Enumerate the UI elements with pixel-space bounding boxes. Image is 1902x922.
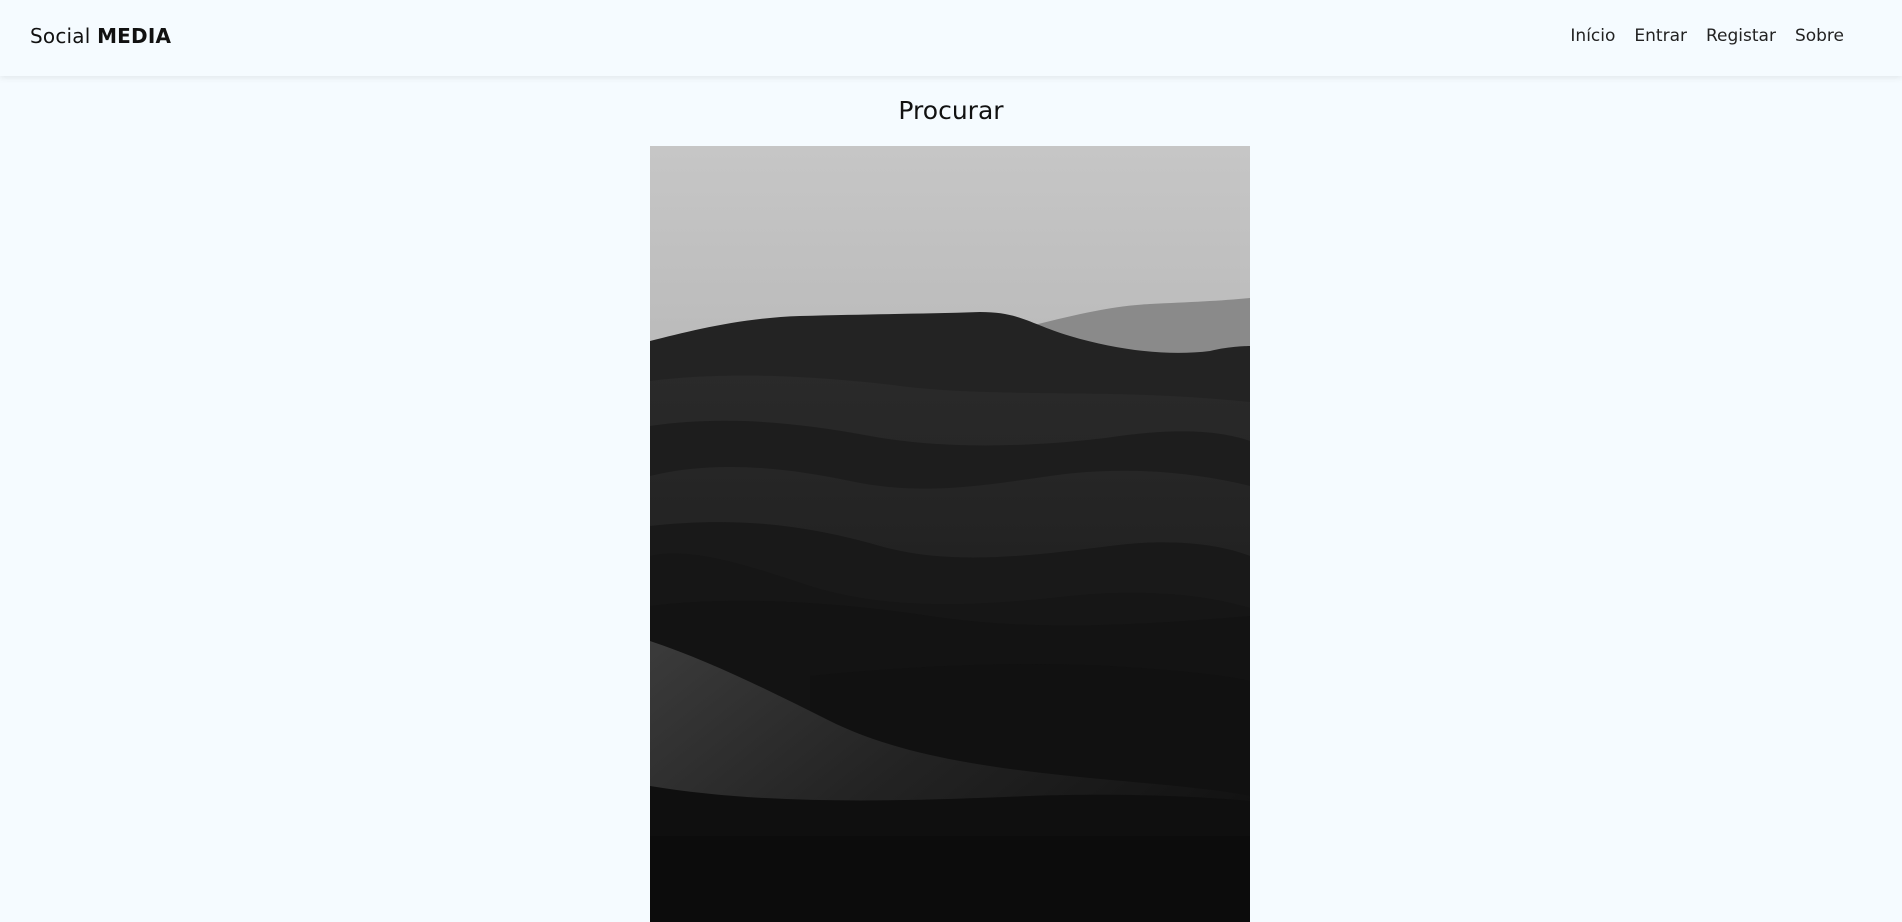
nav-links: Início Entrar Registar Sobre bbox=[1570, 26, 1844, 46]
nav-link-registar[interactable]: Registar bbox=[1706, 26, 1776, 46]
brand-text-strong: MEDIA bbox=[97, 24, 172, 48]
top-navbar: Social MEDIA Início Entrar Registar Sobr… bbox=[0, 0, 1902, 76]
nav-link-entrar[interactable]: Entrar bbox=[1634, 26, 1687, 46]
nav-link-sobre[interactable]: Sobre bbox=[1795, 26, 1844, 46]
desert-dunes-photo bbox=[650, 146, 1250, 922]
brand-text-light: Social bbox=[30, 24, 91, 48]
page-title: Procurar bbox=[898, 96, 1004, 125]
post-image[interactable] bbox=[650, 146, 1250, 922]
nav-link-inicio[interactable]: Início bbox=[1570, 26, 1615, 46]
brand-logo[interactable]: Social MEDIA bbox=[30, 24, 171, 48]
